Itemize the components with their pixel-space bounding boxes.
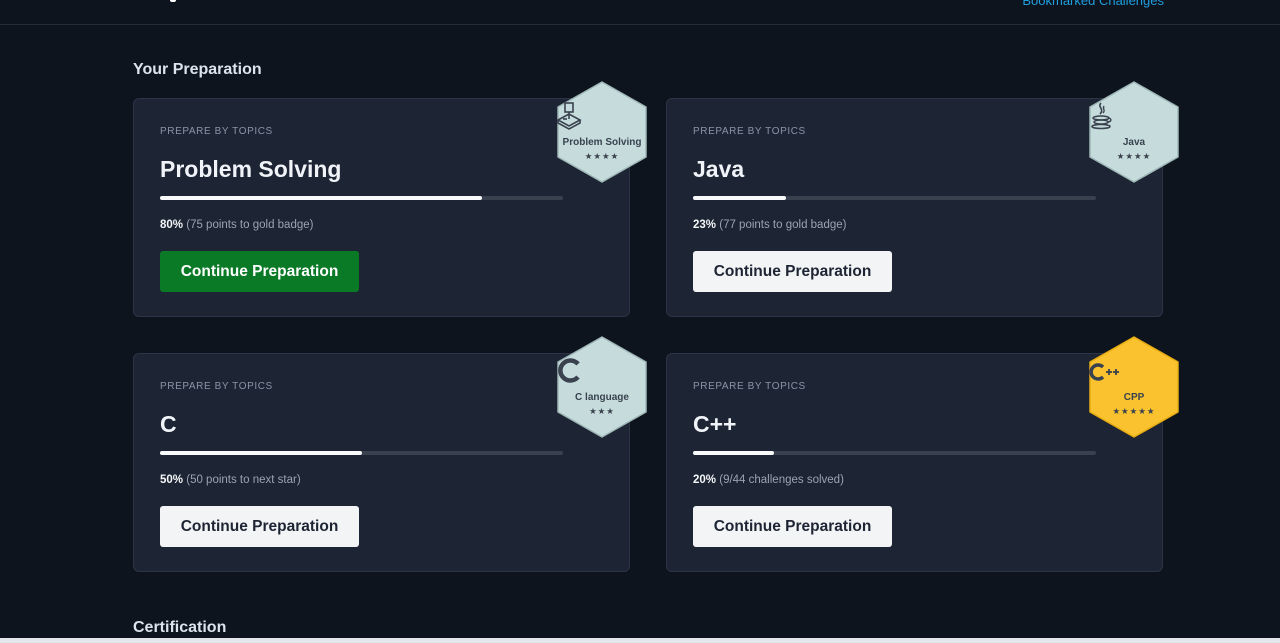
progress-status: 23% (77 points to gold badge) [693,219,846,231]
card-kicker: PREPARE BY TOPICS [693,126,806,137]
card-kicker: PREPARE BY TOPICS [160,126,273,137]
hexagon-badge-shape [1089,336,1179,438]
progress-bar [693,196,1096,200]
progress-bar-fill [160,196,483,200]
progress-bar [160,451,563,455]
progress-bar [160,196,563,200]
continue-preparation-button[interactable]: Continue Preparation [160,251,359,292]
badge-label: C language [575,392,629,403]
progress-bar [693,451,1096,455]
card-kicker: PREPARE BY TOPICS [693,381,806,392]
progress-status: 80% (75 points to gold badge) [160,219,313,231]
progress-percent: 50% [160,474,184,486]
badge-stars: ★★★ [589,406,615,416]
section-title-preparation: Your Preparation [133,61,262,78]
progress-detail: (75 points to gold badge) [186,219,314,231]
badge-label: Problem Solving [562,137,642,148]
card-kicker: PREPARE BY TOPICS [160,381,273,392]
continue-preparation-button[interactable]: Continue Preparation [160,506,359,547]
card-title[interactable]: C [160,411,177,438]
continue-preparation-button[interactable]: Continue Preparation [693,506,892,547]
badge-c-language[interactable]: C language ★★★ [554,335,650,439]
card-title[interactable]: Java [693,156,744,183]
progress-bar-fill [693,196,786,200]
badge-cpp[interactable]: CPP ★★★★★ [1086,335,1182,439]
progress-percent: 23% [693,219,717,231]
continue-preparation-button[interactable]: Continue Preparation [693,251,892,292]
section-title-certification: Certification [133,619,227,636]
badge-label: Java [1122,137,1146,148]
progress-percent: 80% [160,219,184,231]
badge-label: CPP [1123,392,1145,403]
badge-stars: ★★★★ [1116,151,1152,161]
progress-status: 50% (50 points to next star) [160,474,301,486]
bookmarked-challenges-link[interactable]: Bookmarked Challenges [1022,0,1164,8]
page-bottom-divider [0,638,1280,643]
top-navigation-bar: Bookmarked Challenges [0,0,1280,25]
logo[interactable] [170,0,176,2]
progress-bar-fill [693,451,774,455]
progress-detail: (50 points to next star) [186,474,301,486]
badge-java[interactable]: Java ★★★★ [1086,80,1182,184]
badge-problem-solving[interactable]: Problem Solving ★★★★ [554,80,650,184]
badge-stars: ★★★★ [584,151,620,161]
progress-detail: (77 points to gold badge) [719,219,847,231]
progress-detail: (9/44 challenges solved) [719,474,844,486]
hexagon-badge-shape [557,336,647,438]
hexagon-badge-shape [557,81,647,183]
card-title[interactable]: Problem Solving [160,156,341,183]
progress-percent: 20% [693,474,717,486]
progress-bar-fill [160,451,362,455]
hexagon-badge-shape [1089,81,1179,183]
card-title[interactable]: C++ [693,411,736,438]
badge-stars: ★★★★★ [1112,406,1156,416]
progress-status: 20% (9/44 challenges solved) [693,474,844,486]
